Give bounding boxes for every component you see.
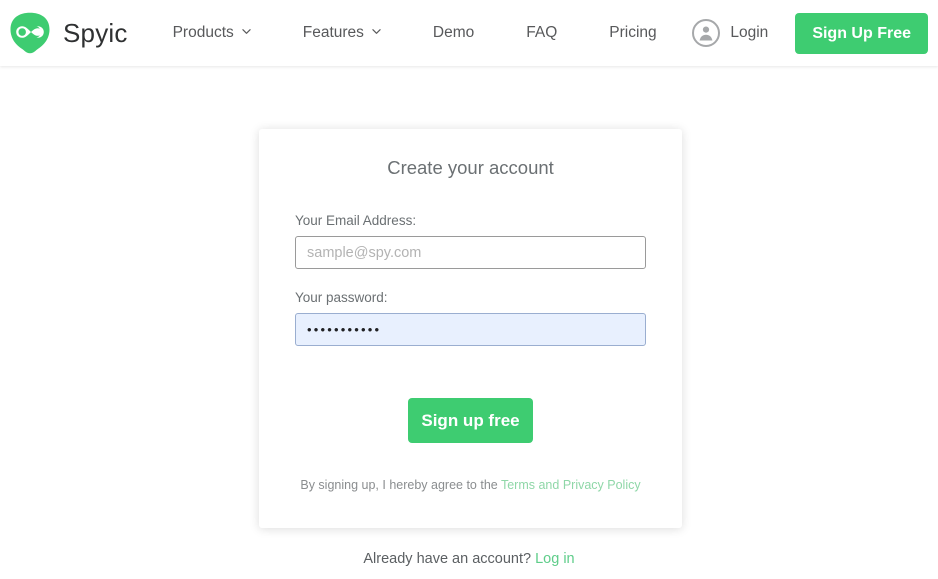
chevron-down-icon	[242, 27, 251, 36]
existing-account-prompt: Already have an account? Log in	[0, 551, 938, 567]
nav-item-demo[interactable]: Demo	[433, 24, 474, 42]
nav-item-faq[interactable]: FAQ	[526, 24, 557, 42]
nav-item-pricing[interactable]: Pricing	[609, 24, 656, 42]
header-actions: Login Sign Up Free	[692, 0, 933, 66]
submit-row: Sign up free	[295, 398, 646, 443]
email-input[interactable]	[295, 236, 646, 269]
site-header: Spyic Products Features Demo FAQ Pricing	[0, 0, 938, 66]
header-signup-button[interactable]: Sign Up Free	[795, 12, 928, 54]
nav-item-label: Pricing	[609, 24, 657, 41]
chevron-down-icon	[372, 27, 381, 36]
terms-prefix-text: By signing up, I hereby agree to the	[300, 478, 501, 492]
password-input[interactable]	[295, 313, 646, 346]
password-field-group: Your password:	[295, 290, 646, 346]
terms-and-privacy-policy-link[interactable]: Terms and Privacy Policy	[501, 478, 641, 492]
main-navigation: Products Features Demo FAQ Pricing	[173, 24, 657, 42]
password-field-label: Your password:	[295, 290, 388, 305]
login-label: Login	[730, 24, 769, 41]
brand-logo-link[interactable]: Spyic	[9, 12, 128, 54]
infinity-shield-logo-icon	[9, 12, 51, 54]
signup-submit-button[interactable]: Sign up free	[408, 398, 533, 443]
login-inline-link[interactable]: Log in	[535, 551, 575, 567]
email-field-label: Your Email Address:	[295, 213, 417, 228]
existing-account-text: Already have an account?	[363, 551, 536, 567]
nav-item-features[interactable]: Features	[303, 24, 381, 42]
brand-name: Spyic	[63, 17, 128, 48]
signup-card: Create your account Your Email Address: …	[259, 129, 682, 528]
nav-item-label: Features	[302, 24, 364, 41]
user-avatar-icon	[692, 19, 721, 47]
nav-item-label: FAQ	[526, 24, 558, 41]
signup-form: Your Email Address: Your password: Sign …	[259, 213, 682, 492]
email-field-group: Your Email Address:	[295, 213, 646, 269]
card-title: Create your account	[387, 157, 554, 178]
nav-item-label: Products	[172, 24, 234, 41]
nav-item-label: Demo	[432, 24, 475, 41]
login-link[interactable]: Login	[692, 19, 768, 47]
terms-agreement: By signing up, I hereby agree to the Ter…	[295, 478, 646, 492]
nav-item-products[interactable]: Products	[173, 24, 251, 42]
